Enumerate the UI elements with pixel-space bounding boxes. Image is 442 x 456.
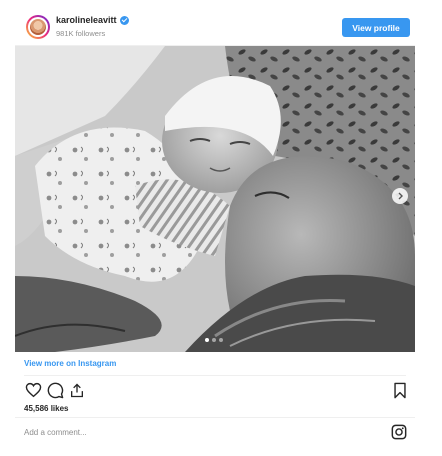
comment-icon xyxy=(47,382,63,398)
avatar[interactable] xyxy=(26,15,50,39)
carousel-dot xyxy=(219,338,223,342)
action-bar xyxy=(15,380,415,402)
carousel-next-button[interactable] xyxy=(392,188,408,204)
share-icon xyxy=(71,383,83,397)
instagram-embed-card: karolineleavitt 981K followers View prof… xyxy=(15,8,415,448)
view-more-link[interactable]: View more on Instagram xyxy=(24,359,116,368)
bookmark-icon xyxy=(394,382,406,398)
divider xyxy=(24,375,406,376)
comment-button[interactable] xyxy=(45,380,65,400)
verified-badge-icon xyxy=(119,15,129,25)
like-count: 45,586 likes xyxy=(24,404,69,413)
divider xyxy=(15,417,415,418)
username[interactable]: karolineleavitt xyxy=(56,15,117,25)
instagram-icon[interactable] xyxy=(391,424,407,440)
chevron-right-icon xyxy=(398,192,403,200)
heart-icon xyxy=(25,382,41,398)
follower-count: 981K followers xyxy=(56,29,106,38)
post-header: karolineleavitt 981K followers View prof… xyxy=(15,8,415,46)
carousel-indicator xyxy=(205,338,223,342)
share-button[interactable] xyxy=(67,380,87,400)
add-comment-link[interactable]: Add a comment... xyxy=(24,428,87,437)
carousel-dot xyxy=(205,338,209,342)
save-button[interactable] xyxy=(390,380,410,400)
carousel-dot xyxy=(212,338,216,342)
photo-image xyxy=(15,46,415,352)
username-row: karolineleavitt xyxy=(56,15,129,25)
view-profile-button[interactable]: View profile xyxy=(342,18,410,37)
like-button[interactable] xyxy=(23,380,43,400)
post-photo[interactable] xyxy=(15,46,415,352)
